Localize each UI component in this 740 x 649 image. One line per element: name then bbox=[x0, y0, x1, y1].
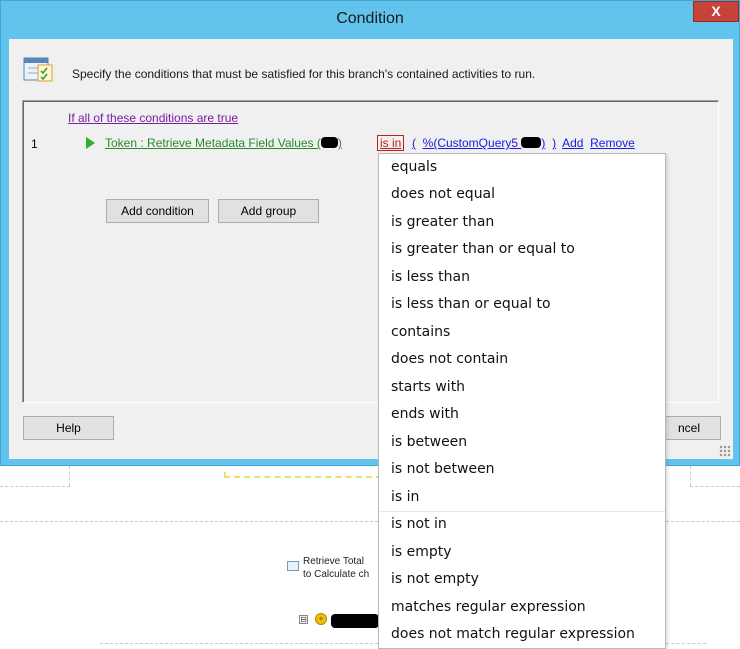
checklist-icon bbox=[23, 57, 53, 82]
close-button[interactable]: X bbox=[693, 1, 739, 22]
dropdown-option[interactable]: does not match regular expression bbox=[391, 626, 635, 642]
dropdown-option[interactable]: is empty bbox=[391, 544, 452, 560]
dropdown-option[interactable]: matches regular expression bbox=[391, 599, 586, 615]
collapse-toggle[interactable]: ⊟ bbox=[299, 615, 308, 624]
redaction-mark bbox=[331, 614, 379, 628]
redaction-mark bbox=[320, 137, 338, 148]
help-button[interactable]: Help bbox=[23, 416, 114, 440]
instruction-text: Specify the conditions that must be sati… bbox=[72, 67, 536, 81]
activity-label: to Calculate ch bbox=[303, 569, 370, 580]
dropdown-option[interactable]: ends with bbox=[391, 406, 459, 422]
condition-row-number: 1 bbox=[31, 137, 38, 151]
close-paren-link[interactable]: ) bbox=[552, 136, 556, 150]
token-close: ) bbox=[337, 136, 342, 150]
condition-group-link[interactable]: If all of these conditions are true bbox=[68, 111, 238, 125]
dropdown-option[interactable]: is greater than or equal to bbox=[391, 241, 575, 257]
activity-icon bbox=[287, 561, 299, 571]
operator-dropdown-list[interactable]: equals does not equal is greater than is… bbox=[378, 153, 666, 649]
window-title: Condition bbox=[336, 10, 404, 27]
connector-line bbox=[100, 643, 378, 644]
remove-link[interactable]: Remove bbox=[590, 136, 635, 150]
operator-selector[interactable]: is in bbox=[377, 135, 405, 151]
dropdown-option[interactable]: does not contain bbox=[391, 351, 508, 367]
token-text: Token : Retrieve Metadata Field Values ( bbox=[105, 136, 321, 150]
connector-line bbox=[690, 466, 691, 486]
value-text: %(CustomQuery5 bbox=[422, 136, 519, 150]
title-bar: Condition X bbox=[1, 1, 739, 37]
dropdown-option[interactable]: is less than or equal to bbox=[391, 296, 551, 312]
expand-arrow-icon[interactable] bbox=[86, 137, 95, 149]
value-close: ) bbox=[541, 136, 546, 150]
dropdown-option[interactable]: is not between bbox=[391, 461, 495, 477]
dropdown-separator bbox=[379, 511, 665, 512]
value-link[interactable]: %(CustomQuery5 ) bbox=[423, 136, 546, 150]
add-link[interactable]: Add bbox=[562, 136, 583, 150]
dropdown-option[interactable]: is greater than bbox=[391, 214, 494, 230]
dropdown-option[interactable]: starts with bbox=[391, 379, 465, 395]
resize-grip-icon[interactable] bbox=[719, 445, 731, 457]
redaction-mark bbox=[521, 137, 542, 148]
dropdown-option[interactable]: equals bbox=[391, 159, 437, 175]
add-group-button[interactable]: Add group bbox=[218, 199, 319, 223]
condition-token-link[interactable]: Token : Retrieve Metadata Field Values (… bbox=[105, 136, 342, 150]
add-condition-button[interactable]: Add condition bbox=[106, 199, 209, 223]
dropdown-option[interactable]: does not equal bbox=[391, 186, 495, 202]
connector-line bbox=[0, 486, 70, 487]
connector-line bbox=[69, 466, 70, 486]
dropdown-option[interactable]: is less than bbox=[391, 269, 470, 285]
connector-line bbox=[666, 521, 740, 522]
dropdown-option-selected[interactable]: is in bbox=[391, 489, 419, 505]
connector-line bbox=[0, 521, 378, 522]
activity-label: Retrieve Total bbox=[303, 556, 364, 567]
open-paren-link[interactable]: ( bbox=[412, 136, 416, 150]
dropdown-option[interactable]: is not in bbox=[391, 516, 447, 532]
group-activity-icon: + bbox=[315, 613, 327, 625]
dropdown-option[interactable]: is not empty bbox=[391, 571, 479, 587]
connector-line bbox=[690, 486, 740, 487]
dropdown-option[interactable]: contains bbox=[391, 324, 450, 340]
dropdown-option[interactable]: is between bbox=[391, 434, 467, 450]
condition-value-links: ( %(CustomQuery5 ) ) Add Remove bbox=[412, 136, 635, 150]
connector-line bbox=[666, 643, 706, 644]
